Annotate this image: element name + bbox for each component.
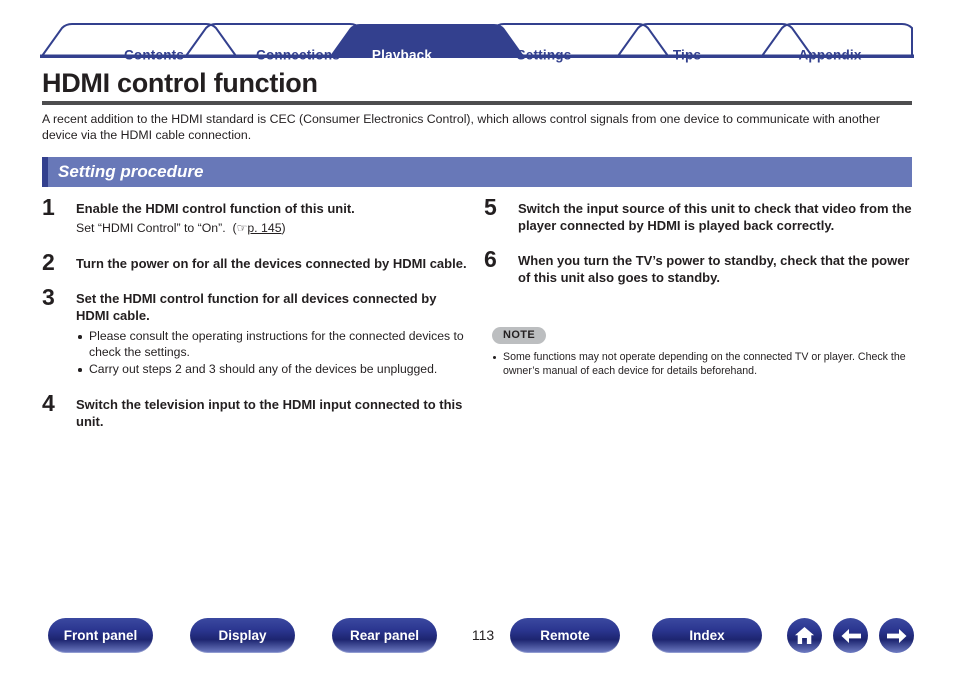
arrow-right-icon xyxy=(886,628,908,644)
list-item: Carry out steps 2 and 3 should any of th… xyxy=(76,362,472,378)
step-heading: Switch the television input to the HDMI … xyxy=(76,396,463,429)
section-heading-label: Setting procedure xyxy=(58,162,204,181)
tab-playback[interactable]: Playback xyxy=(372,48,432,63)
step-heading: Turn the power on for all the devices co… xyxy=(76,256,467,271)
step-item: 1 Enable the HDMI control function of th… xyxy=(42,196,472,237)
step-body: Set the HDMI control function for all de… xyxy=(76,290,472,378)
step-heading: When you turn the TV’s power to standby,… xyxy=(518,253,910,285)
page-number: 113 xyxy=(471,627,495,643)
step-item: 2 Turn the power on for all the devices … xyxy=(42,251,472,274)
tab-settings[interactable]: Settings xyxy=(517,48,572,63)
step-body: Enable the HDMI control function of this… xyxy=(76,200,472,237)
intro-paragraph: A recent addition to the HDMI standard i… xyxy=(42,112,880,142)
steps-column-right: 5 Switch the input source of this unit t… xyxy=(484,196,914,300)
back-button[interactable] xyxy=(833,618,868,653)
step-subtext-prefix: Set “HDMI Control” to “On”. xyxy=(76,221,226,235)
title-divider xyxy=(42,101,912,105)
home-icon xyxy=(794,626,815,645)
tab-connections[interactable]: Connections xyxy=(256,48,340,63)
home-button[interactable] xyxy=(787,618,822,653)
step-item: 3 Set the HDMI control function for all … xyxy=(42,286,472,378)
pointing-hand-icon: ☞ xyxy=(236,221,248,235)
step-body: Turn the power on for all the devices co… xyxy=(76,255,472,272)
note-bullet-list: Some functions may not operate depending… xyxy=(492,350,914,378)
section-accent-stripe xyxy=(42,157,48,187)
step-heading: Enable the HDMI control function of this… xyxy=(76,201,355,216)
step-bullet-list: Please consult the operating instruction… xyxy=(76,329,472,378)
front-panel-button[interactable]: Front panel xyxy=(48,618,153,653)
remote-button[interactable]: Remote xyxy=(510,618,620,653)
step-number: 4 xyxy=(42,389,55,416)
step-number: 2 xyxy=(42,249,55,275)
page-title: HDMI control function xyxy=(42,68,318,98)
display-button[interactable]: Display xyxy=(190,618,295,653)
footer-navigation: Front panel Display Rear panel 113 Remot… xyxy=(0,618,954,658)
step-item: 6 When you turn the TV’s power to standb… xyxy=(484,248,914,286)
tab-contents[interactable]: Contents xyxy=(124,48,184,63)
section-heading-bar: Setting procedure xyxy=(42,157,912,187)
arrow-left-icon xyxy=(840,628,862,644)
step-number: 5 xyxy=(484,194,497,220)
page-reference-link[interactable]: p. 145 xyxy=(247,221,281,235)
tab-tips[interactable]: Tips xyxy=(673,48,701,63)
step-item: 5 Switch the input source of this unit t… xyxy=(484,196,914,234)
step-number: 3 xyxy=(42,284,55,310)
page-reference[interactable]: (☞p. 145) xyxy=(229,221,285,235)
step-heading: Set the HDMI control function for all de… xyxy=(76,291,437,323)
index-button[interactable]: Index xyxy=(652,618,762,653)
forward-button[interactable] xyxy=(879,618,914,653)
steps-column-left: 1 Enable the HDMI control function of th… xyxy=(42,196,472,444)
step-heading: Switch the input source of this unit to … xyxy=(518,201,912,233)
tab-appendix[interactable]: Appendix xyxy=(798,48,861,63)
note-block: NOTE Some functions may not operate depe… xyxy=(492,325,914,378)
list-item: Please consult the operating instruction… xyxy=(76,329,472,360)
step-number: 6 xyxy=(484,246,497,272)
step-body: Switch the input source of this unit to … xyxy=(518,200,914,234)
step-item: 4 Switch the television input to the HDM… xyxy=(42,391,472,430)
step-subtext: Set “HDMI Control” to “On”. (☞p. 145) xyxy=(76,220,472,237)
list-item: Some functions may not operate depending… xyxy=(492,350,914,378)
step-body: Switch the television input to the HDMI … xyxy=(76,396,472,430)
tab-bar: Contents Connections Playback Settings T… xyxy=(40,22,914,63)
note-badge: NOTE xyxy=(492,326,547,344)
rear-panel-button[interactable]: Rear panel xyxy=(332,618,437,653)
step-body: When you turn the TV’s power to standby,… xyxy=(518,252,914,286)
step-number: 1 xyxy=(42,194,55,220)
